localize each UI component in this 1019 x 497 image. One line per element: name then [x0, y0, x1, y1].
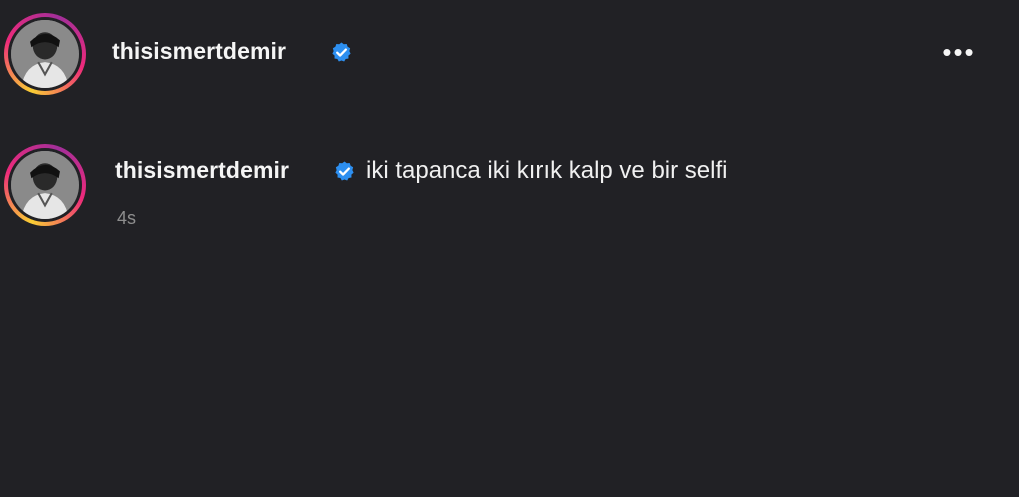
post-header: thisismertdemir •••	[0, 0, 1019, 110]
avatar[interactable]	[11, 20, 79, 88]
comment-story-ring[interactable]	[4, 144, 86, 226]
more-options-icon: •••	[942, 37, 976, 67]
post-author-username[interactable]: thisismertdemir	[112, 38, 286, 65]
comment-avatar[interactable]	[11, 151, 79, 219]
story-ring[interactable]	[4, 13, 86, 95]
verified-badge-icon	[335, 161, 354, 181]
comment-author-username[interactable]: thisismertdemir	[115, 157, 289, 184]
comment-text: iki tapanca iki kırık kalp ve bir selfi	[366, 157, 728, 184]
profile-photo-icon	[11, 20, 79, 88]
comment-timestamp[interactable]: 4s	[117, 208, 136, 229]
more-options-button[interactable]: •••	[938, 39, 980, 67]
verified-badge-icon	[332, 42, 351, 62]
profile-photo-icon	[11, 151, 79, 219]
post-view: thisismertdemir ••• thisismertdemir iki …	[0, 0, 1019, 497]
